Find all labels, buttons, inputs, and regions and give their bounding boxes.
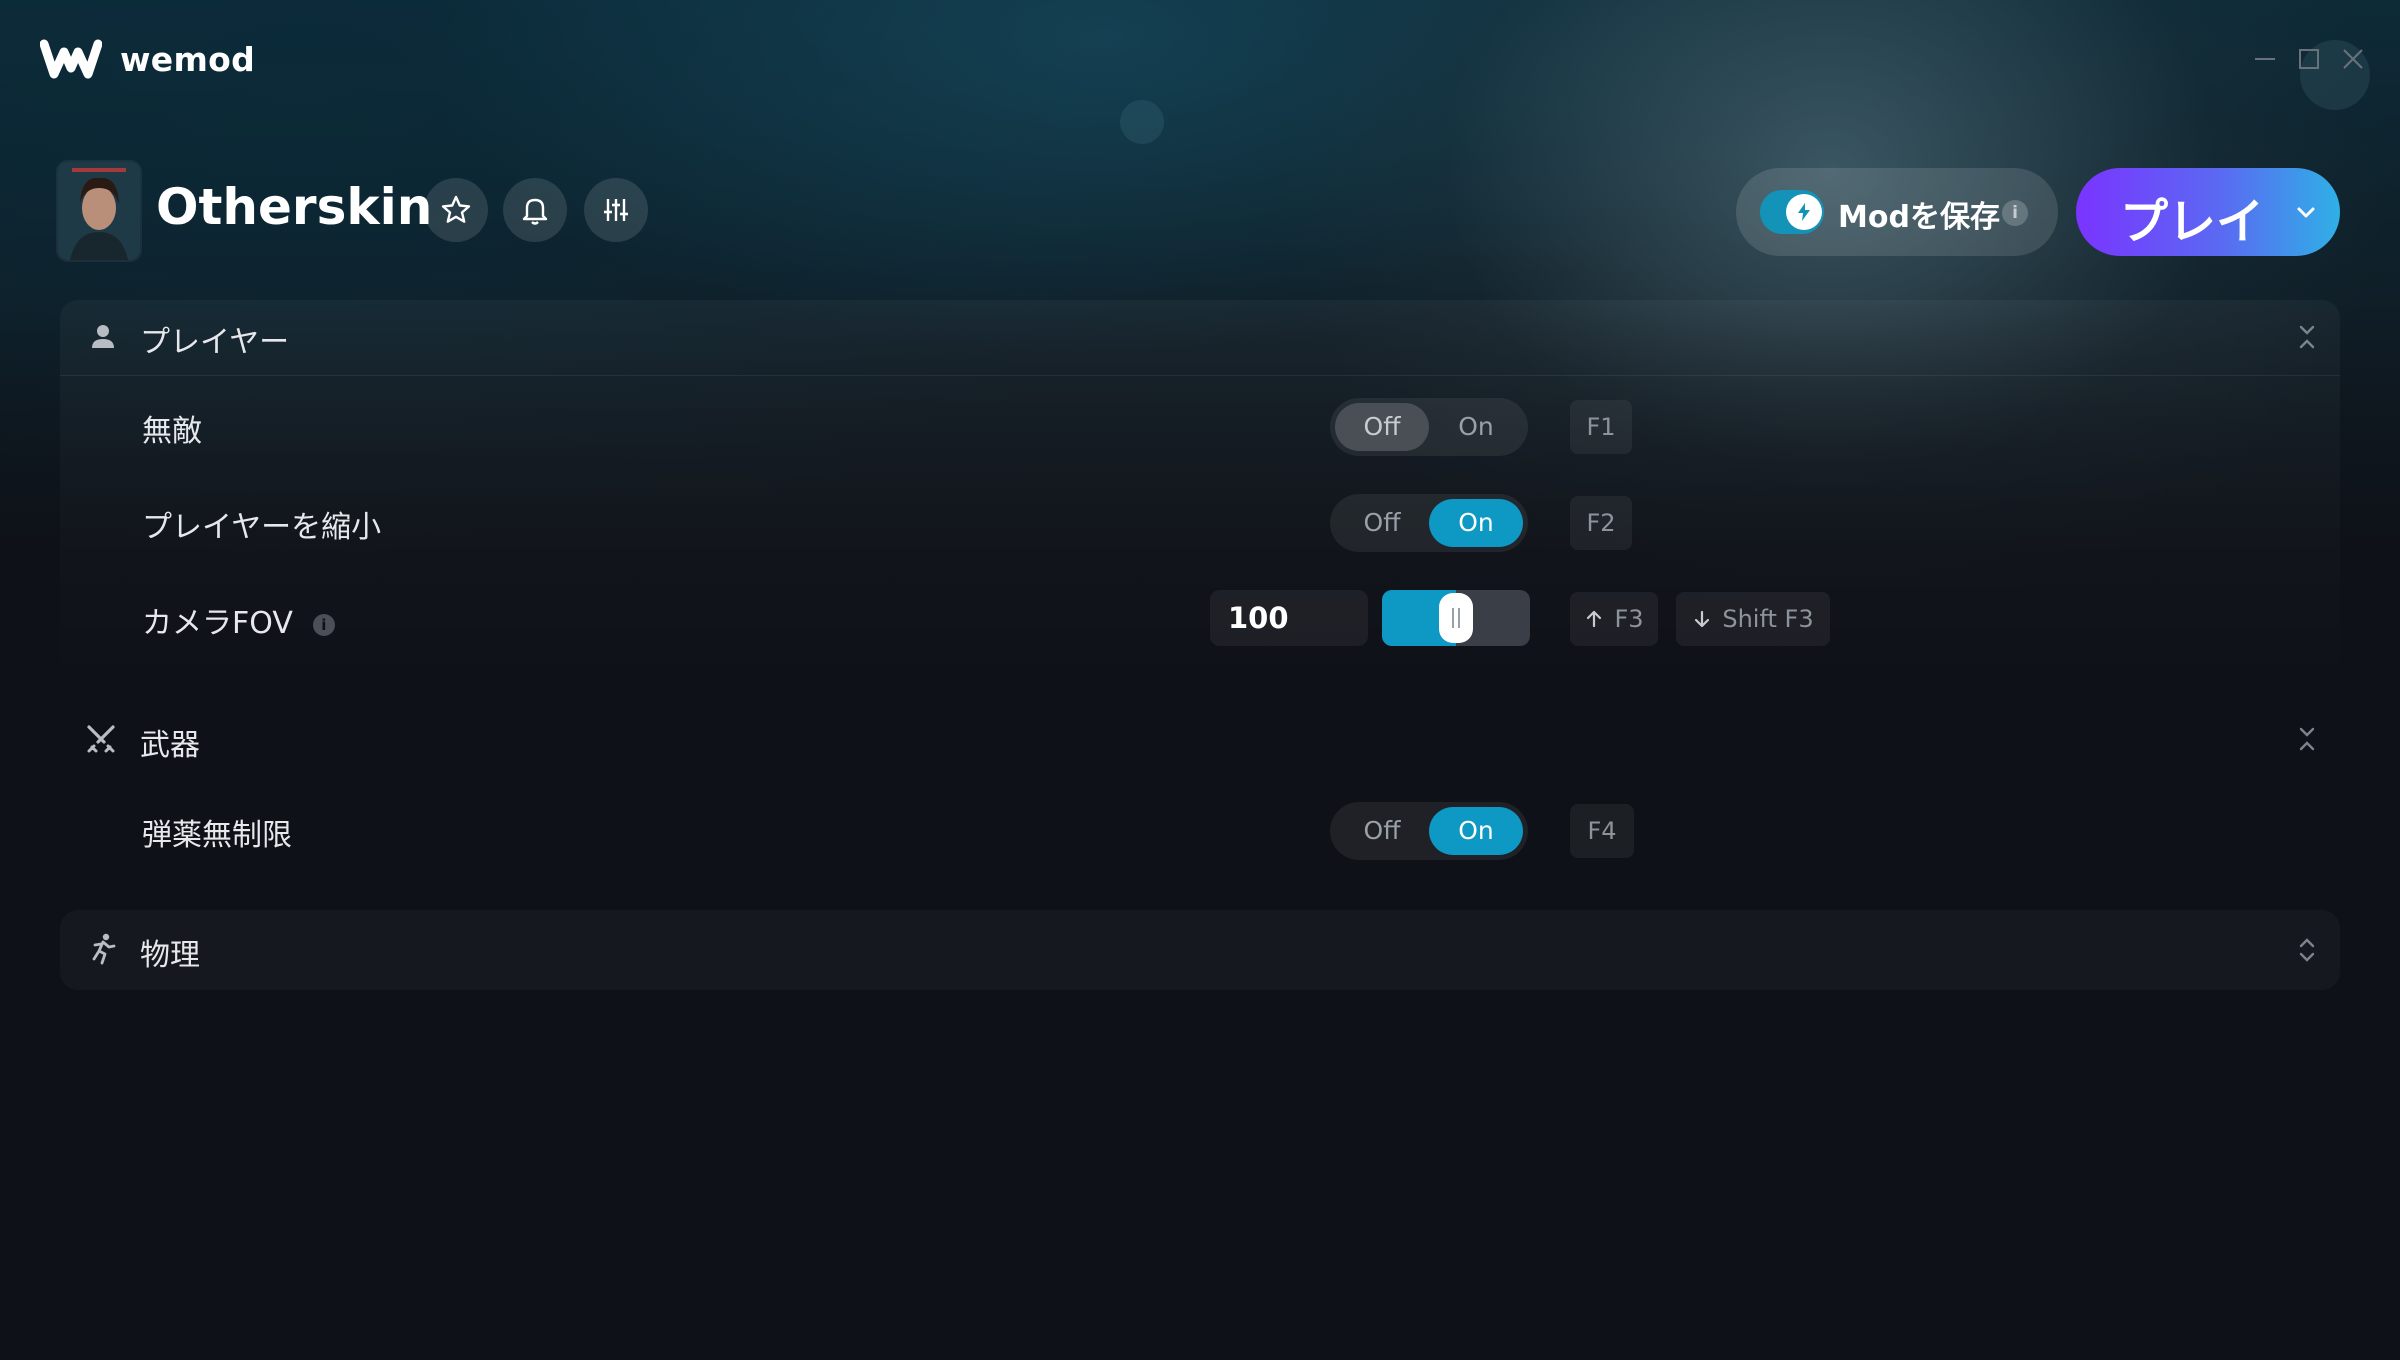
close-icon[interactable]: [2338, 44, 2368, 74]
chevron-down-icon[interactable]: [2292, 198, 2320, 226]
hotkey-badge[interactable]: F4: [1570, 804, 1634, 858]
toggle-off-option[interactable]: Off: [1335, 403, 1429, 451]
minimize-icon[interactable]: [2250, 44, 2280, 74]
divider: [60, 375, 2340, 376]
game-title: Otherskin: [156, 178, 433, 236]
section-title: 武器: [140, 728, 200, 763]
lightning-icon: [1798, 203, 1810, 221]
play-button[interactable]: プレイ: [2076, 168, 2340, 256]
mod-toggle-shrink-player[interactable]: Off On: [1330, 494, 1528, 552]
save-mods-label: Modを保存: [1838, 200, 2000, 235]
bell-icon: [522, 198, 548, 225]
hotkey-badge[interactable]: F2: [1570, 496, 1632, 550]
expand-icon[interactable]: [2294, 935, 2320, 965]
game-cover-art: [58, 162, 140, 260]
save-mods-knob: [1786, 194, 1822, 230]
app-brand: wemod: [120, 40, 256, 79]
toggle-off-option[interactable]: Off: [1335, 499, 1429, 547]
hotkey-decrease[interactable]: Shift F3: [1676, 592, 1830, 646]
toggle-on-option[interactable]: On: [1429, 807, 1523, 855]
mod-label-text: カメラFOV: [142, 606, 293, 641]
mod-toggle-unlimited-ammo[interactable]: Off On: [1330, 802, 1528, 860]
collapse-icon[interactable]: [2294, 322, 2320, 352]
mod-toggle-invincible[interactable]: Off On: [1330, 398, 1528, 456]
save-mods-toggle[interactable]: [1760, 190, 1824, 234]
mod-label-shrink-player: プレイヤーを縮小: [142, 510, 382, 545]
slider-thumb[interactable]: [1439, 593, 1473, 643]
info-icon[interactable]: i: [2002, 200, 2028, 226]
title-bar: wemod: [0, 0, 2400, 120]
arrow-down-icon: [1695, 610, 1710, 628]
game-thumbnail: [58, 162, 140, 260]
maximize-icon[interactable]: [2294, 44, 2324, 74]
fov-slider[interactable]: [1382, 590, 1530, 646]
toggle-on-option[interactable]: On: [1429, 499, 1523, 547]
toggle-off-option[interactable]: Off: [1335, 807, 1429, 855]
hotkey-badge[interactable]: F1: [1570, 400, 1632, 454]
wemod-logo-icon: [40, 39, 102, 79]
mod-label-camera-fov: カメラFOV i: [142, 598, 335, 642]
arrow-up-icon: [1587, 610, 1602, 628]
save-mods-button[interactable]: Modを保存 i: [1736, 168, 2058, 256]
section-player: プレイヤー: [60, 300, 2340, 690]
mod-label-invincible: 無敵: [142, 414, 202, 449]
sliders-icon: [604, 199, 628, 221]
section-physics[interactable]: 物理: [60, 910, 2340, 990]
person-icon: [92, 325, 114, 348]
section-title: プレイヤー: [140, 325, 290, 360]
fov-value-input[interactable]: 100: [1210, 590, 1368, 646]
section-title: 物理: [140, 938, 200, 973]
toggle-on-option[interactable]: On: [1429, 403, 1523, 451]
collapse-icon[interactable]: [2294, 724, 2320, 754]
favorite-button[interactable]: [424, 178, 488, 242]
running-figure-icon: [92, 933, 116, 965]
hotkey-label: F3: [1614, 605, 1644, 633]
mod-label-unlimited-ammo: 弾薬無制限: [142, 818, 292, 853]
star-icon: [441, 195, 471, 223]
play-label: プレイ: [2120, 194, 2265, 250]
mod-settings-button[interactable]: [584, 178, 648, 242]
hotkey-increase[interactable]: F3: [1570, 592, 1658, 646]
info-icon[interactable]: i: [312, 614, 335, 636]
hotkey-label: Shift F3: [1722, 605, 1814, 633]
notifications-button[interactable]: [503, 178, 567, 242]
crossed-swords-icon: [87, 725, 115, 753]
